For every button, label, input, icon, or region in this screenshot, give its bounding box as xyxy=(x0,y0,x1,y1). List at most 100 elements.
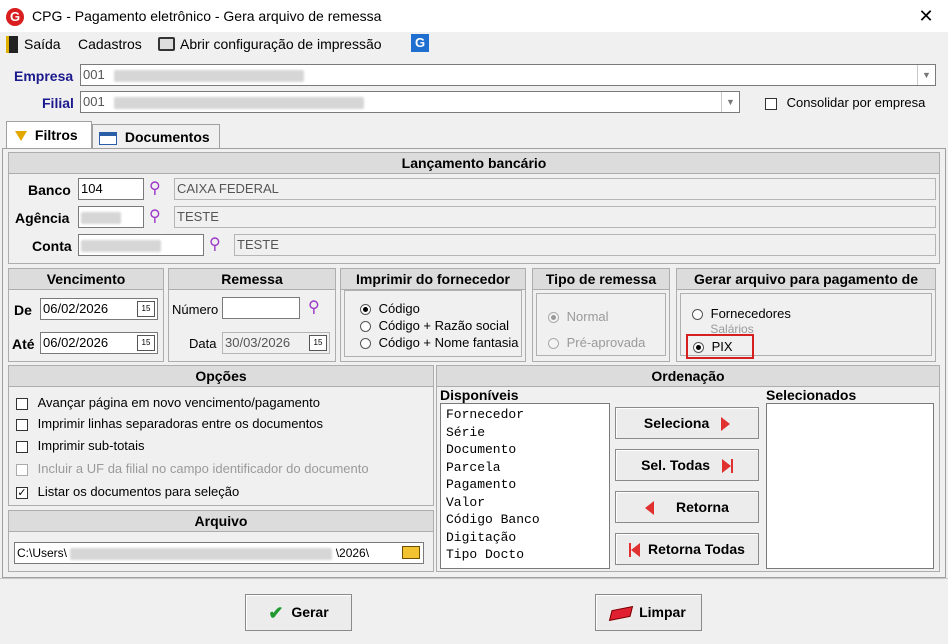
list-item[interactable]: Fornecedor xyxy=(446,406,609,424)
opcoes-item-2-label: Imprimir sub-totais xyxy=(37,438,145,453)
imprimir-fornecedor-opt-2-label: Código + Nome fantasia xyxy=(378,335,519,350)
imprimir-fornecedor-radio-2[interactable] xyxy=(360,338,371,350)
retorna-todas-label: Retorna Todas xyxy=(647,541,745,557)
limpar-button[interactable]: Limpar xyxy=(595,594,702,631)
footer-divider xyxy=(0,578,948,579)
banco-search-icon[interactable]: ⚲ xyxy=(149,178,161,198)
folder-icon[interactable] xyxy=(402,546,420,559)
lancamento-header: Lançamento bancário xyxy=(8,152,940,174)
filial-name-redacted xyxy=(114,96,365,109)
conta-search-icon[interactable]: ⚲ xyxy=(209,234,221,254)
conta-value-redacted xyxy=(81,239,161,252)
filter-icon xyxy=(15,131,27,142)
gerar-arquivo-radio-0[interactable] xyxy=(692,309,703,321)
arquivo-path-redacted xyxy=(70,547,333,560)
opcoes-check-2[interactable] xyxy=(16,440,28,453)
vencimento-header: Vencimento xyxy=(8,268,164,290)
vencimento-ate-label: Até xyxy=(12,336,35,352)
gerar-arquivo-opt-2[interactable]: PIX xyxy=(693,339,733,354)
retorna-label: Retorna xyxy=(675,499,729,515)
opcoes-header: Opções xyxy=(8,365,434,387)
gerar-arquivo-header: Gerar arquivo para pagamento de xyxy=(676,268,936,290)
list-item[interactable]: Digitação xyxy=(446,529,609,547)
banco-input[interactable]: 104 xyxy=(78,178,144,200)
tipo-remessa-opt-0: Normal xyxy=(548,309,609,324)
vencimento-ate-calendar-icon[interactable]: 15 xyxy=(137,335,155,351)
conta-label: Conta xyxy=(32,238,72,254)
list-item[interactable]: Documento xyxy=(446,441,609,459)
opcoes-item-1-label: Imprimir linhas separadoras entre os doc… xyxy=(37,416,324,431)
opcoes-item-2[interactable]: Imprimir sub-totais xyxy=(16,438,145,453)
menu-config-impressao[interactable]: Abrir configuração de impressão xyxy=(180,36,382,52)
opcoes-item-0[interactable]: Avançar página em novo vencimento/pagame… xyxy=(16,395,320,410)
tab-documentos[interactable]: Documentos xyxy=(92,124,220,149)
list-item[interactable]: Valor xyxy=(446,494,609,512)
filial-dropdown-icon[interactable]: ▼ xyxy=(721,92,739,112)
close-icon[interactable]: ✕ xyxy=(912,4,940,28)
agencia-label: Agência xyxy=(15,210,70,226)
list-item[interactable]: Código Banco xyxy=(446,511,609,529)
gerar-button[interactable]: ✔ Gerar xyxy=(245,594,352,631)
g-logo-icon[interactable]: G xyxy=(411,34,429,52)
seleciona-label: Seleciona xyxy=(643,415,710,431)
empresa-select[interactable]: 001 ▼ xyxy=(80,64,936,86)
list-item[interactable]: Parcela xyxy=(446,459,609,477)
imprimir-fornecedor-opt-0[interactable]: Código xyxy=(360,301,420,316)
selecionados-list[interactable] xyxy=(766,403,934,569)
consolidar-checkbox[interactable]: Consolidar por empresa xyxy=(765,95,925,110)
disponiveis-label: Disponíveis xyxy=(440,387,519,403)
tab-filtros[interactable]: Filtros xyxy=(6,121,92,149)
remessa-numero-label: Número xyxy=(172,302,219,317)
empresa-label: Empresa xyxy=(14,68,74,84)
imprimir-fornecedor-opt-1[interactable]: Código + Razão social xyxy=(360,318,509,333)
opcoes-check-4[interactable]: ✓ xyxy=(16,486,28,499)
opcoes-item-3: Incluir a UF da filial no campo identifi… xyxy=(16,461,369,476)
imprimir-fornecedor-radio-0[interactable] xyxy=(360,304,371,316)
empresa-dropdown-icon[interactable]: ▼ xyxy=(917,65,935,85)
filial-select[interactable]: 001 ▼ xyxy=(80,91,740,113)
menu-cadastros[interactable]: Cadastros xyxy=(78,36,142,52)
agencia-value-redacted xyxy=(81,211,121,224)
list-item[interactable]: Tipo Docto xyxy=(446,546,609,564)
gerar-label: Gerar xyxy=(291,604,329,620)
remessa-data-calendar-icon[interactable]: 15 xyxy=(309,335,327,351)
retorna-button[interactable]: Retorna xyxy=(615,491,759,523)
opcoes-check-3 xyxy=(16,463,28,476)
tipo-remessa-opt-1: Pré-aprovada xyxy=(548,335,645,350)
vencimento-de-calendar-icon[interactable]: 15 xyxy=(137,301,155,317)
gerar-arquivo-radio-2[interactable] xyxy=(693,342,704,354)
gerar-arquivo-opt-0-label: Fornecedores xyxy=(710,306,791,321)
opcoes-check-0[interactable] xyxy=(16,397,28,410)
seleciona-button[interactable]: Seleciona xyxy=(615,407,759,439)
table-icon xyxy=(99,131,117,145)
imprimir-fornecedor-opt-2[interactable]: Código + Nome fantasia xyxy=(360,335,518,350)
agencia-input[interactable] xyxy=(78,206,144,228)
imprimir-fornecedor-radio-1[interactable] xyxy=(360,321,371,333)
sel-todas-button[interactable]: Sel. Todas xyxy=(615,449,759,481)
arquivo-path-input[interactable]: C:\Users\ \2026\ xyxy=(14,542,424,564)
agencia-search-icon[interactable]: ⚲ xyxy=(149,206,161,226)
filial-value: 001 xyxy=(83,94,105,109)
opcoes-item-1[interactable]: Imprimir linhas separadoras entre os doc… xyxy=(16,416,323,431)
arquivo-header: Arquivo xyxy=(8,510,434,532)
imprimir-fornecedor-opt-0-label: Código xyxy=(378,301,420,316)
arrow-left-icon xyxy=(645,501,655,516)
remessa-search-icon[interactable]: ⚲ xyxy=(308,297,320,317)
menu-saida[interactable]: Saída xyxy=(24,36,61,52)
retorna-todas-button[interactable]: Retorna Todas xyxy=(615,533,759,565)
list-item[interactable]: Série xyxy=(446,424,609,442)
disponiveis-list[interactable]: Fornecedor Série Documento Parcela Pagam… xyxy=(440,403,610,569)
remessa-numero-input[interactable] xyxy=(222,297,300,319)
gerar-arquivo-opt-0[interactable]: Fornecedores xyxy=(692,306,791,321)
conta-input[interactable] xyxy=(78,234,204,256)
list-item[interactable]: Pagamento xyxy=(446,476,609,494)
vencimento-de-label: De xyxy=(14,302,32,318)
tipo-remessa-radio-1 xyxy=(548,338,559,350)
consolidar-check-box[interactable] xyxy=(765,97,777,110)
banco-label: Banco xyxy=(28,182,71,198)
opcoes-check-1[interactable] xyxy=(16,418,28,431)
banco-name-field: CAIXA FEDERAL xyxy=(174,178,936,200)
limpar-label: Limpar xyxy=(639,604,686,620)
opcoes-item-4[interactable]: ✓ Listar os documentos para seleção xyxy=(16,484,239,499)
menu-bar xyxy=(0,32,948,58)
